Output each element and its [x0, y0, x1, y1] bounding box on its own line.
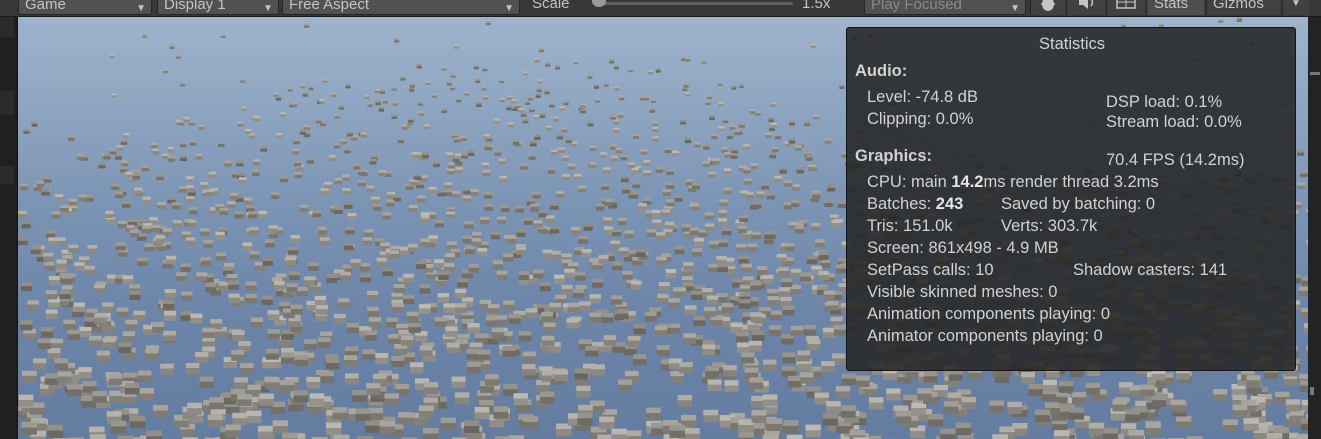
cpu-prefix: CPU: main [867, 173, 952, 191]
view-label: Game [25, 0, 66, 13]
scale-slider-track[interactable] [600, 2, 793, 5]
scale-value: 1.5x [802, 0, 831, 12]
graphics-shadow-casters: Shadow casters: 141 [1073, 261, 1228, 279]
display-label: Display 1 [164, 0, 226, 13]
audio-level: Level: -74.8 dB [867, 88, 978, 106]
panel-edge-mark [1310, 387, 1314, 395]
view-dropdown[interactable]: Game ▼ [18, 0, 152, 15]
graphics-screen: Screen: 861x498 - 4.9 MB [867, 239, 1059, 257]
graphics-setpass: SetPass calls: 10 [867, 261, 994, 279]
gizmos-button[interactable]: Gizmos [1206, 0, 1280, 15]
aspect-dropdown[interactable]: Free Aspect ▼ [282, 0, 520, 15]
graphics-tris: Tris: 151.0k [867, 217, 953, 235]
panel-edge-button[interactable] [0, 17, 14, 37]
aspect-label: Free Aspect [289, 0, 370, 13]
cpu-suffix: ms render thread 3.2ms [983, 173, 1159, 191]
grid-icon[interactable] [1106, 0, 1145, 15]
graphics-animator-components: Animator components playing: 0 [867, 327, 1103, 345]
cpu-main-value: 14.2 [951, 173, 984, 191]
scale-slider-thumb[interactable] [592, 0, 606, 7]
audio-heading: Audio: [855, 62, 908, 80]
stats-toggle[interactable]: Stats [1146, 0, 1204, 15]
scale-label: Scale [532, 0, 570, 12]
graphics-verts: Verts: 303.7k [1001, 217, 1098, 235]
right-panel-edge [1308, 17, 1321, 439]
graphics-heading: Graphics: [855, 147, 933, 165]
display-dropdown[interactable]: Display 1 ▼ [157, 0, 279, 15]
chevron-down-icon: ▼ [136, 3, 146, 14]
panel-edge-mark [1310, 72, 1320, 75]
batches-value: 243 [935, 195, 964, 213]
graphics-saved-by-batching: Saved by batching: 0 [1001, 195, 1156, 213]
batches-prefix: Batches: [867, 195, 936, 213]
graphics-fps: 70.4 FPS (14.2ms) [1106, 151, 1245, 169]
panel-edge-button[interactable] [0, 166, 14, 184]
unity-game-window: Game ▼ Display 1 ▼ Free Aspect ▼ Scale 1… [0, 0, 1321, 439]
audio-clipping: Clipping: 0.0% [867, 110, 974, 128]
chevron-down-icon: ▼ [1010, 3, 1020, 14]
audio-stream-load: Stream load: 0.0% [1106, 113, 1242, 131]
bug-icon[interactable] [1030, 0, 1065, 15]
left-panel-edge [0, 17, 18, 439]
graphics-batches: Batches: 243 [867, 194, 963, 214]
chevron-down-icon: ▼ [504, 3, 514, 14]
gizmos-menu-button[interactable]: ▼ [1282, 0, 1309, 15]
game-view-toolbar: Game ▼ Display 1 ▼ Free Aspect ▼ Scale 1… [0, 0, 1321, 17]
graphics-animation-components: Animation components playing: 0 [867, 305, 1111, 323]
graphics-cpu: CPU: main 14.2ms render thread 3.2ms [867, 172, 1159, 192]
play-mode-dropdown[interactable]: Play Focused ▼ [864, 0, 1026, 15]
graphics-skinned-meshes: Visible skinned meshes: 0 [867, 283, 1058, 301]
audio-dsp-load: DSP load: 0.1% [1106, 93, 1223, 111]
panel-edge-button[interactable] [0, 91, 14, 115]
chevron-down-icon: ▼ [1291, 0, 1301, 9]
statistics-panel: Statistics Audio: Level: -74.8 dB Clippi… [846, 27, 1296, 371]
chevron-down-icon: ▼ [263, 3, 273, 14]
stats-title: Statistics [1038, 35, 1106, 53]
audio-mute-icon[interactable] [1066, 0, 1105, 15]
play-mode-label: Play Focused [871, 0, 962, 13]
